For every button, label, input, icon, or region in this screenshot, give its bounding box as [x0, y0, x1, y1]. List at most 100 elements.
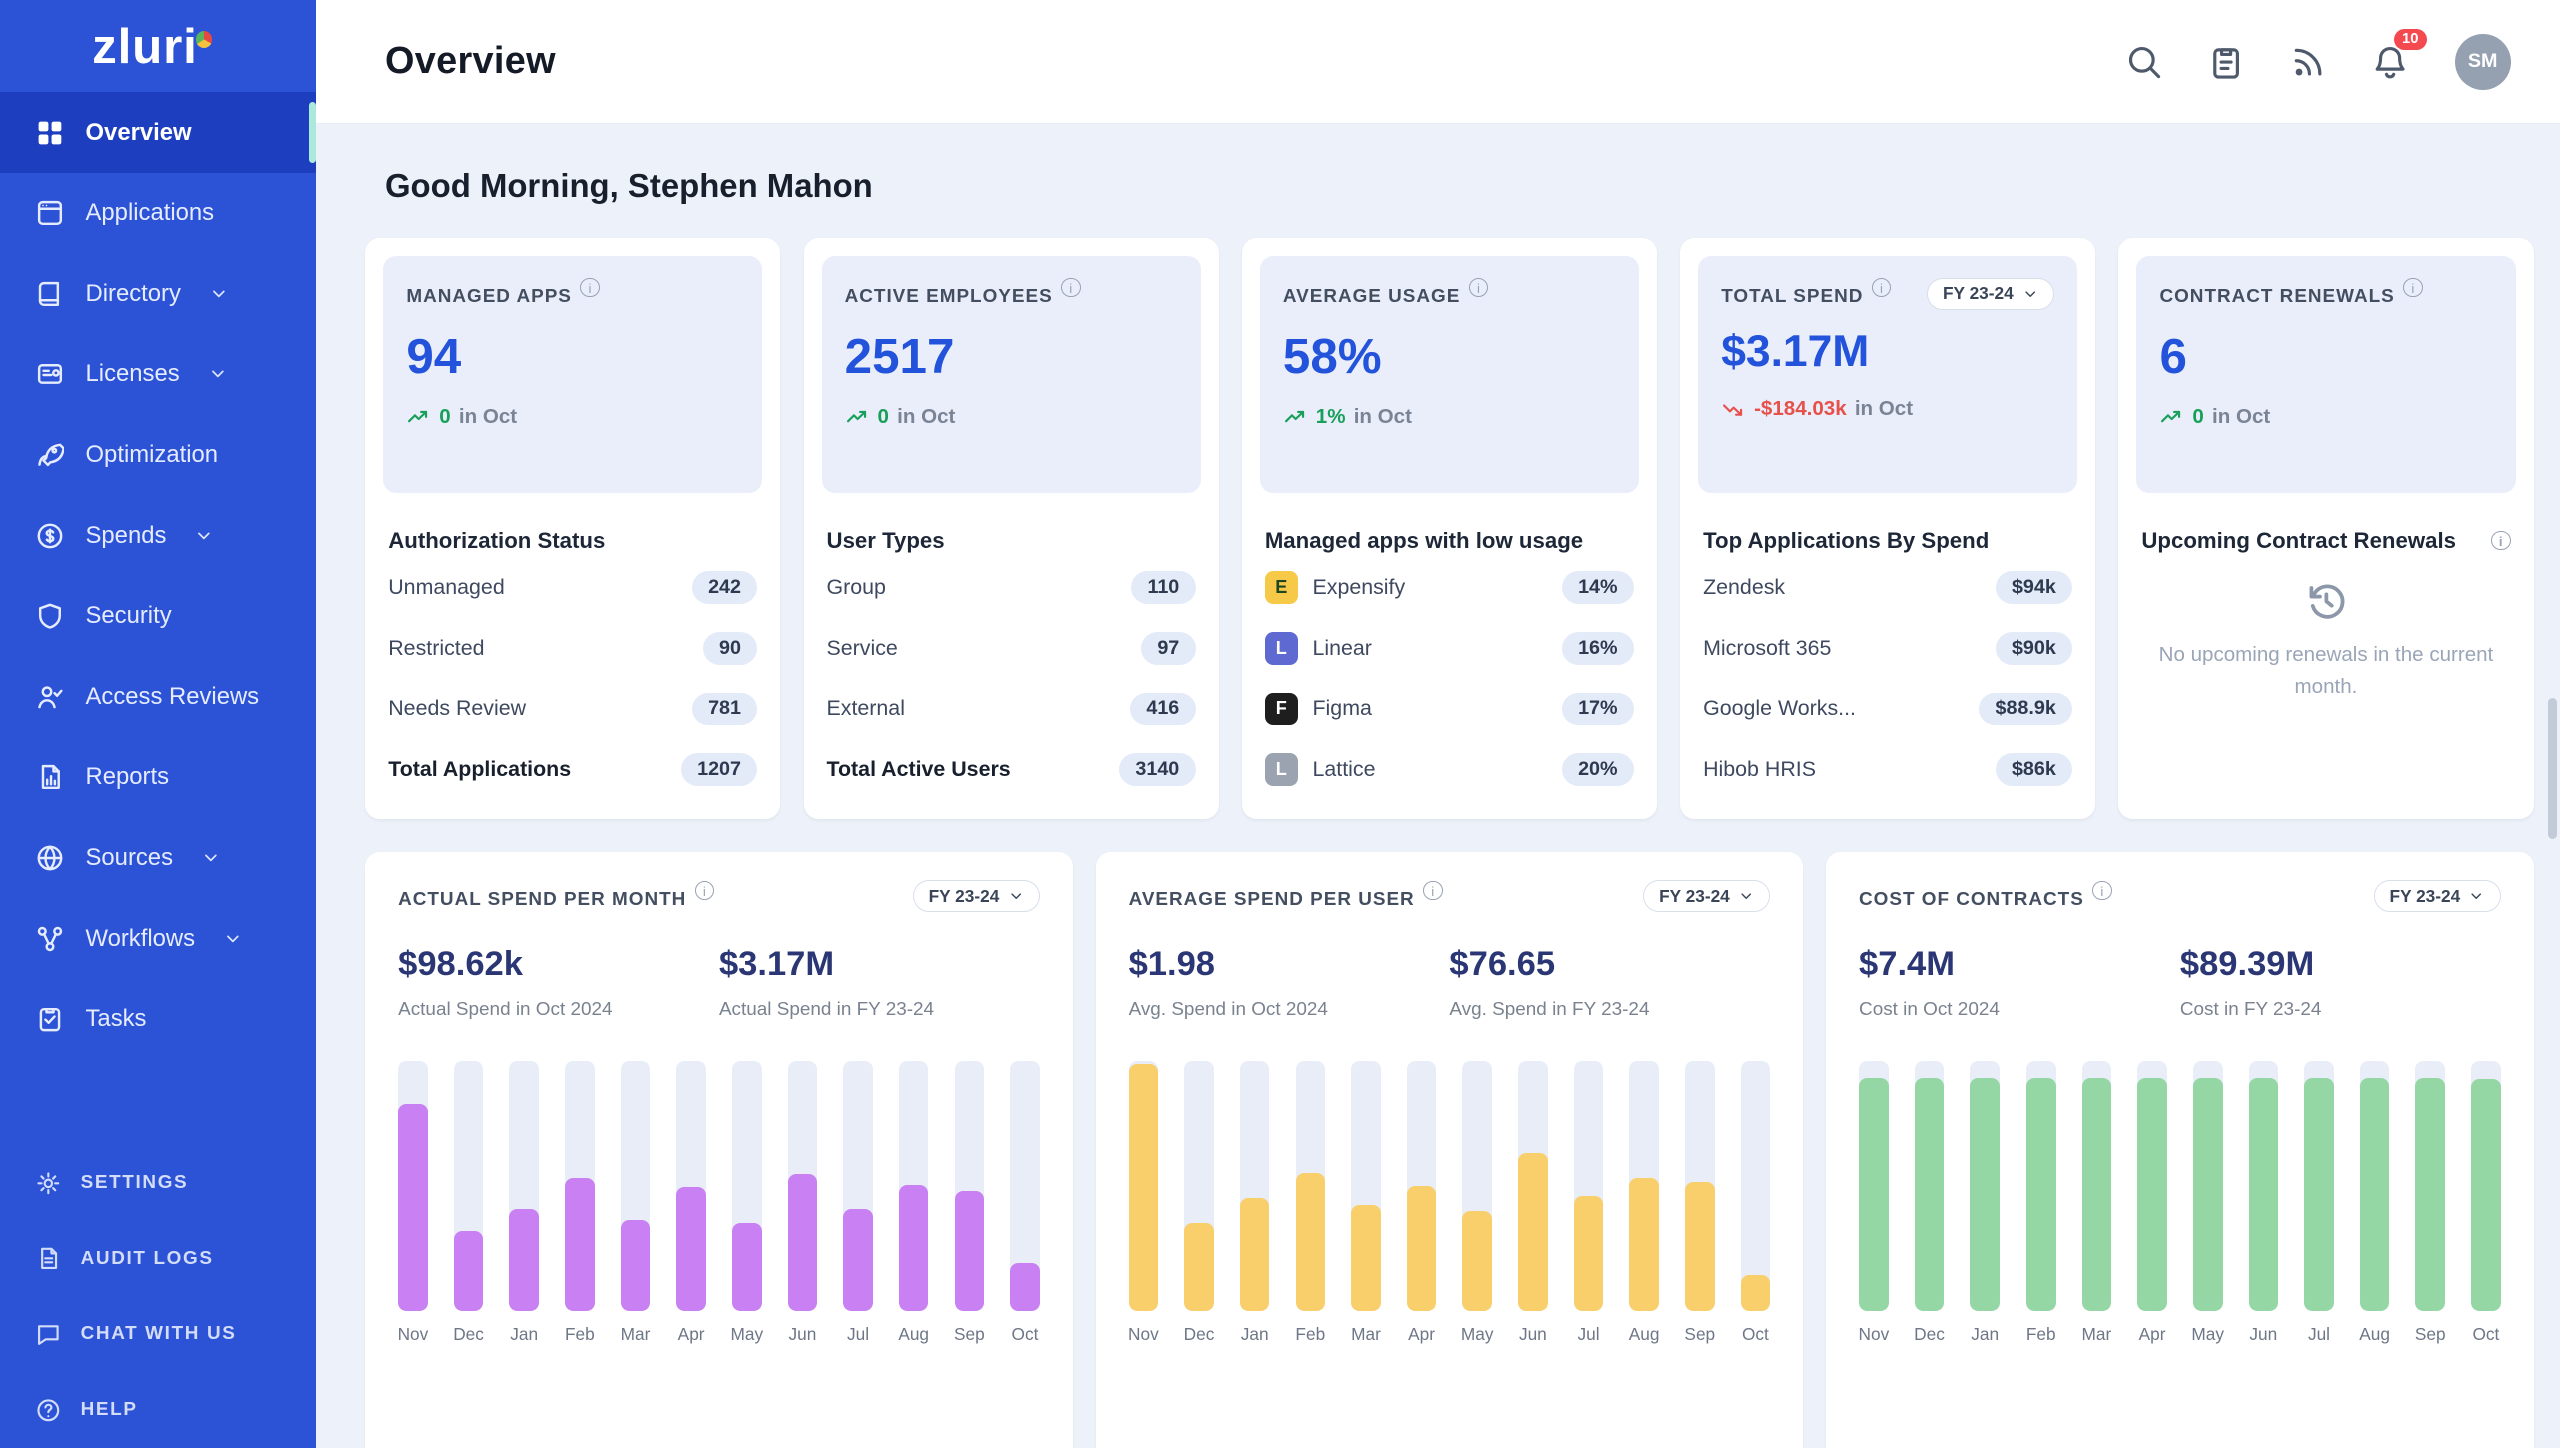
zluri-logo[interactable]: zluri — [0, 0, 316, 92]
bar-track[interactable] — [1741, 1061, 1771, 1311]
info-icon[interactable]: i — [2491, 531, 2511, 551]
bar-track[interactable] — [843, 1061, 873, 1311]
clipboard-icon-button[interactable] — [2208, 44, 2244, 80]
bar-track[interactable] — [2415, 1061, 2445, 1311]
sidebar-item-directory[interactable]: Directory — [0, 253, 316, 334]
sidebar-item-security[interactable]: Security — [0, 576, 316, 657]
period-dropdown[interactable]: FY 23-24 — [913, 880, 1040, 913]
bar-column: Dec — [454, 1061, 484, 1345]
bar-track[interactable] — [1296, 1061, 1326, 1311]
stat-row: Hibob HRIS$86k — [1703, 739, 2072, 800]
bar-track[interactable] — [454, 1061, 484, 1311]
row-value-pill: $94k — [1996, 571, 2073, 604]
bar-track[interactable] — [565, 1061, 595, 1311]
info-icon[interactable]: i — [1061, 278, 1081, 298]
bar-track[interactable] — [2304, 1061, 2334, 1311]
bar-track[interactable] — [1351, 1061, 1381, 1311]
period-dropdown[interactable]: FY 23-24 — [1927, 278, 2054, 311]
sidebar-item-licenses[interactable]: Licenses — [0, 334, 316, 415]
chevron-down-icon — [194, 526, 214, 546]
stat-row: Google Works...$88.9k — [1703, 679, 2072, 740]
row-value-pill: 90 — [703, 632, 758, 665]
bar-track[interactable] — [509, 1061, 539, 1311]
bar-track[interactable] — [1129, 1061, 1159, 1311]
period-dropdown[interactable]: FY 23-24 — [2374, 880, 2501, 913]
bar-track[interactable] — [1240, 1061, 1270, 1311]
sidebar-item-help[interactable]: HELP — [0, 1372, 316, 1448]
bar-track[interactable] — [1685, 1061, 1715, 1311]
bell-icon-button[interactable]: 10 — [2372, 44, 2408, 80]
bar-track[interactable] — [398, 1061, 428, 1311]
bar-fill — [2415, 1078, 2445, 1311]
sidebar-item-overview[interactable]: Overview — [0, 92, 316, 173]
rss-icon-button[interactable] — [2290, 44, 2326, 80]
search-icon-button[interactable] — [2126, 44, 2162, 80]
stat-row: External416 — [827, 679, 1196, 740]
bar-track[interactable] — [1518, 1061, 1548, 1311]
info-icon[interactable]: i — [1423, 881, 1443, 901]
bar-track[interactable] — [1462, 1061, 1492, 1311]
zluri-logo-text: zluri — [92, 18, 198, 75]
sidebar-item-settings[interactable]: SETTINGS — [0, 1145, 316, 1221]
sidebar-item-sources[interactable]: Sources — [0, 818, 316, 899]
sidebar-item-optimization[interactable]: Optimization — [0, 415, 316, 496]
scrollbar-thumb[interactable] — [2548, 698, 2556, 839]
bar-column: Jul — [843, 1061, 873, 1345]
sidebar-item-tasks[interactable]: Tasks — [0, 979, 316, 1060]
bar-track[interactable] — [1407, 1061, 1437, 1311]
bar-track[interactable] — [955, 1061, 985, 1311]
sidebar-item-label: Applications — [86, 199, 215, 227]
bar-column: Aug — [1629, 1061, 1659, 1345]
fy-stat-label: Cost in FY 23-24 — [2180, 999, 2501, 1021]
info-icon[interactable]: i — [580, 278, 600, 298]
sidebar-item-reports[interactable]: Reports — [0, 737, 316, 818]
sidebar-item-chat-with-us[interactable]: CHAT WITH US — [0, 1296, 316, 1372]
bar-track[interactable] — [788, 1061, 818, 1311]
period-dropdown[interactable]: FY 23-24 — [1643, 880, 1770, 913]
bar-track[interactable] — [2249, 1061, 2279, 1311]
bar-fill — [676, 1187, 706, 1311]
info-icon[interactable]: i — [695, 881, 715, 901]
trend-up-icon — [1283, 405, 1308, 430]
bar-track[interactable] — [2471, 1061, 2501, 1311]
info-icon[interactable]: i — [1469, 278, 1489, 298]
bar-track[interactable] — [2026, 1061, 2056, 1311]
bar-track[interactable] — [1574, 1061, 1604, 1311]
bar-fill — [1915, 1078, 1945, 1311]
bar-track[interactable] — [621, 1061, 651, 1311]
avatar[interactable]: SM — [2455, 34, 2511, 90]
bar-track[interactable] — [1915, 1061, 1945, 1311]
bar-month-label: Jun — [2249, 1324, 2277, 1345]
bar-track[interactable] — [1184, 1061, 1214, 1311]
bar-track[interactable] — [2137, 1061, 2167, 1311]
bar-track[interactable] — [1010, 1061, 1040, 1311]
bar-track[interactable] — [732, 1061, 762, 1311]
bar-track[interactable] — [1970, 1061, 2000, 1311]
stat-panel: AVERAGE USAGEi58%1%in Oct — [1260, 256, 1639, 493]
sidebar-item-label: Licenses — [86, 360, 180, 388]
sidebar-item-applications[interactable]: Applications — [0, 173, 316, 254]
stat-value: 94 — [406, 328, 739, 385]
bar-track[interactable] — [1859, 1061, 1889, 1311]
bar-track[interactable] — [2082, 1061, 2112, 1311]
bar-column: Nov — [1859, 1061, 1889, 1345]
dashboard-icon — [36, 119, 64, 147]
bar-track[interactable] — [2193, 1061, 2223, 1311]
bar-month-label: Nov — [398, 1324, 429, 1345]
info-icon[interactable]: i — [1872, 278, 1892, 298]
sidebar-item-access-reviews[interactable]: Access Reviews — [0, 656, 316, 737]
bar-track[interactable] — [2360, 1061, 2390, 1311]
sidebar-item-workflows[interactable]: Workflows — [0, 898, 316, 979]
info-icon[interactable]: i — [2403, 278, 2423, 298]
sidebar-item-spends[interactable]: Spends — [0, 495, 316, 576]
month-stat: $1.98Avg. Spend in Oct 2024 — [1129, 945, 1450, 1021]
bar-column: Aug — [899, 1061, 929, 1345]
bar-track[interactable] — [899, 1061, 929, 1311]
bar-fill — [2193, 1078, 2223, 1311]
linear-logo-icon: L — [1265, 632, 1298, 665]
bar-column: Oct — [1741, 1061, 1771, 1345]
info-icon[interactable]: i — [2092, 881, 2112, 901]
bar-track[interactable] — [1629, 1061, 1659, 1311]
sidebar-item-audit-logs[interactable]: AUDIT LOGS — [0, 1221, 316, 1297]
bar-track[interactable] — [676, 1061, 706, 1311]
